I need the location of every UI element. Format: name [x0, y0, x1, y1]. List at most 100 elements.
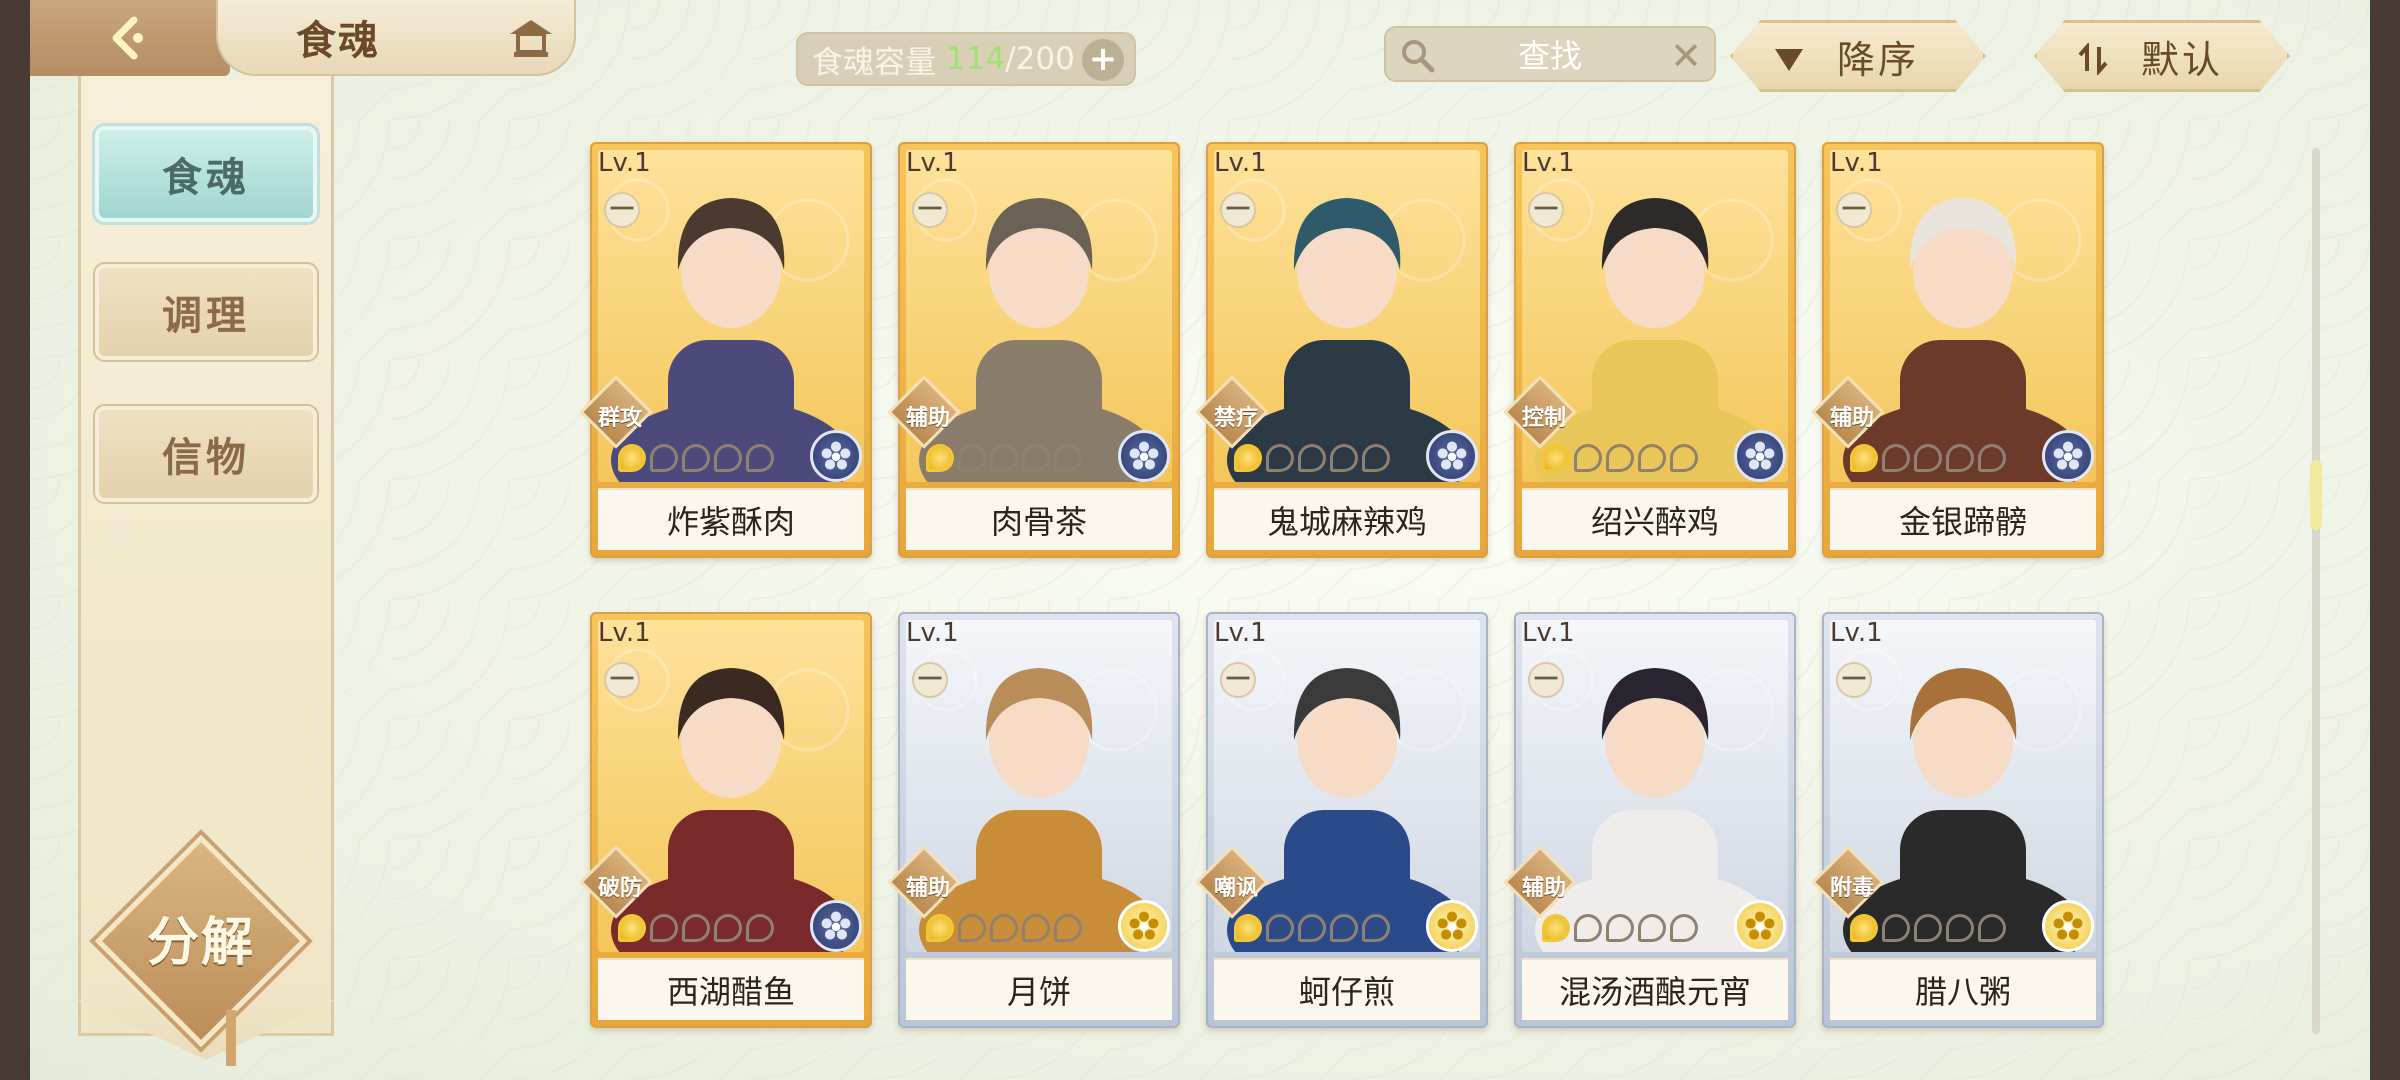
card-name: 金银蹄髈: [1830, 488, 2096, 550]
star-icon: [990, 444, 1018, 472]
star-icon: [1542, 914, 1570, 942]
search-box[interactable]: 查找 ✕: [1384, 26, 1716, 82]
sort-order-button[interactable]: 降序: [1730, 20, 1986, 92]
clear-search-icon[interactable]: ✕: [1670, 34, 1702, 78]
food-soul-card-3[interactable]: Lv.1 一 禁疗 鬼城麻辣鸡: [1195, 142, 1488, 558]
card-role: 控制: [1521, 406, 1566, 431]
star-rating: [926, 910, 1082, 946]
card-level: Lv.1: [1522, 148, 1575, 178]
star-icon: [990, 914, 1018, 942]
star-icon: [1882, 444, 1910, 472]
star-icon: [1670, 444, 1698, 472]
star-icon: [618, 444, 646, 472]
swap-arrows-icon: [2077, 41, 2109, 77]
food-soul-card-1[interactable]: Lv.1 一 群攻 炸紫酥肉: [579, 142, 872, 558]
card-role: 嘲讽: [1213, 876, 1258, 901]
star-icon: [1850, 914, 1878, 942]
star-icon: [1542, 444, 1570, 472]
star-icon: [1054, 914, 1082, 942]
star-icon: [958, 914, 986, 942]
capacity-display: 食魂容量 114 / 200 +: [796, 32, 1136, 86]
card-level: Lv.1: [598, 618, 651, 648]
left-frame: [0, 0, 30, 1080]
star-rating: [1234, 440, 1390, 476]
star-icon: [1574, 914, 1602, 942]
scrollbar-track[interactable]: [2312, 148, 2320, 1034]
food-soul-card-6[interactable]: Lv.1 一 破防 西湖醋鱼: [579, 612, 872, 1028]
food-soul-grid: Lv.1 一 群攻 炸紫酥肉 Lv.1 一 辅助 肉骨茶 Lv.1 一 禁疗 鬼…: [579, 142, 2104, 1032]
star-icon: [618, 914, 646, 942]
search-placeholder: 查找: [1517, 37, 1582, 75]
star-icon: [1670, 914, 1698, 942]
card-rank-badge: 一: [912, 662, 948, 698]
card-role: 辅助: [905, 876, 950, 901]
star-icon: [1022, 444, 1050, 472]
food-soul-card-10[interactable]: Lv.1 一 附毒 腊八粥: [1811, 612, 2104, 1028]
card-rank-badge: 一: [1220, 662, 1256, 698]
blue-flower-icon: [1426, 430, 1478, 482]
food-soul-card-5[interactable]: Lv.1 一 辅助 金银蹄髈: [1811, 142, 2104, 558]
blue-flower-icon: [810, 900, 862, 952]
right-frame: [2370, 0, 2400, 1080]
food-soul-card-4[interactable]: Lv.1 一 控制 绍兴醉鸡: [1503, 142, 1796, 558]
sort-order-label: 降序: [1836, 37, 1919, 82]
card-name: 炸紫酥肉: [598, 488, 864, 550]
food-soul-card-9[interactable]: Lv.1 一 辅助 混汤酒酿元宵: [1503, 612, 1796, 1028]
star-rating: [926, 440, 1082, 476]
blue-flower-icon: [810, 430, 862, 482]
star-rating: [1542, 910, 1698, 946]
page-title: 食魂: [296, 18, 380, 64]
star-icon: [1298, 444, 1326, 472]
sidebar-item-tokens[interactable]: 信物: [95, 406, 317, 502]
sidebar-item-conditioning[interactable]: 调理: [95, 264, 317, 360]
star-icon: [1574, 444, 1602, 472]
star-rating: [1234, 910, 1390, 946]
star-icon: [1362, 914, 1390, 942]
card-name: 混汤酒酿元宵: [1522, 958, 1788, 1020]
star-icon: [1946, 914, 1974, 942]
food-soul-card-7[interactable]: Lv.1 一 辅助 月饼: [887, 612, 1180, 1028]
card-rank-badge: 一: [1220, 192, 1256, 228]
star-icon: [1266, 444, 1294, 472]
star-icon: [714, 444, 742, 472]
food-soul-card-8[interactable]: Lv.1 一 嘲讽 蚵仔煎: [1195, 612, 1488, 1028]
star-icon: [682, 444, 710, 472]
capacity-separator: /: [1005, 41, 1016, 77]
star-icon: [1914, 444, 1942, 472]
card-name: 月饼: [906, 958, 1172, 1020]
card-name: 肉骨茶: [906, 488, 1172, 550]
card-name: 腊八粥: [1830, 958, 2096, 1020]
star-icon: [1914, 914, 1942, 942]
star-icon: [1606, 444, 1634, 472]
star-icon: [1330, 914, 1358, 942]
role-badge: 辅助: [1811, 375, 1885, 449]
blue-flower-icon: [1118, 430, 1170, 482]
card-rank-badge: 一: [1528, 192, 1564, 228]
card-role: 群攻: [597, 406, 642, 431]
card-rank-badge: 一: [604, 662, 640, 698]
card-role: 辅助: [1829, 406, 1874, 431]
star-icon: [1234, 914, 1262, 942]
main-stage: 食魂 食魂容量 114 / 200 + 查找 ✕ 降序 默认 食魂 调理 信物 …: [30, 0, 2370, 1080]
star-icon: [682, 914, 710, 942]
card-level: Lv.1: [1522, 618, 1575, 648]
card-level: Lv.1: [906, 618, 959, 648]
card-role: 禁疗: [1213, 406, 1258, 431]
star-rating: [618, 910, 774, 946]
gold-flower-icon: [1118, 900, 1170, 952]
star-icon: [746, 444, 774, 472]
back-button[interactable]: [30, 0, 230, 76]
food-soul-card-2[interactable]: Lv.1 一 辅助 肉骨茶: [887, 142, 1180, 558]
sidebar-item-food-souls[interactable]: 食魂: [95, 126, 317, 222]
expand-capacity-button[interactable]: +: [1082, 39, 1124, 81]
role-badge: 控制: [1503, 375, 1577, 449]
pavilion-icon[interactable]: [506, 14, 556, 60]
tassel-ornament: [226, 1010, 236, 1066]
search-icon: [1398, 36, 1436, 74]
decompose-label[interactable]: 分解: [126, 900, 276, 975]
star-icon: [1298, 914, 1326, 942]
role-badge: 辅助: [887, 375, 961, 449]
scrollbar-thumb[interactable]: [2310, 460, 2322, 530]
role-badge: 辅助: [887, 845, 961, 919]
sort-mode-button[interactable]: 默认: [2034, 20, 2290, 92]
